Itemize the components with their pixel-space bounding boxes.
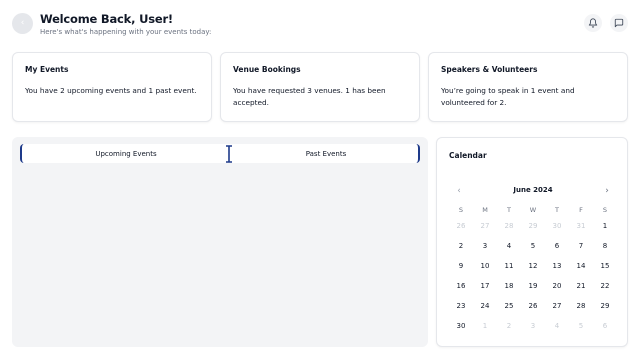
calendar-day[interactable]: 29 xyxy=(593,296,617,316)
calendar-day-outside-month[interactable]: 1 xyxy=(473,316,497,336)
calendar-day-outside-month[interactable]: 6 xyxy=(593,316,617,336)
calendar-day[interactable]: 24 xyxy=(473,296,497,316)
page-subtitle: Here's what's happening with your events… xyxy=(40,28,212,36)
calendar-day[interactable]: 11 xyxy=(497,256,521,276)
calendar-title: Calendar xyxy=(449,151,487,160)
calendar-day-outside-month[interactable]: 30 xyxy=(545,216,569,236)
calendar-day[interactable]: 4 xyxy=(497,236,521,256)
chevron-right-icon: › xyxy=(605,186,609,196)
calendar-day-outside-month[interactable]: 4 xyxy=(545,316,569,336)
calendar-day[interactable]: 30 xyxy=(449,316,473,336)
calendar-day[interactable]: 28 xyxy=(569,296,593,316)
calendar-day[interactable]: 15 xyxy=(593,256,617,276)
calendar-day[interactable]: 3 xyxy=(473,236,497,256)
events-panel: Upcoming Events Past Events xyxy=(12,137,428,347)
card-title: Speakers & Volunteers xyxy=(441,65,538,74)
calendar-day[interactable]: 19 xyxy=(521,276,545,296)
events-tab-bar: Upcoming Events Past Events xyxy=(20,144,420,163)
card-text: You have requested 3 venues. 1 has been … xyxy=(233,86,386,107)
notifications-button[interactable] xyxy=(584,14,602,32)
calendar-month-nav: ‹ June 2024 › xyxy=(449,185,617,197)
weekday-label: S xyxy=(602,206,608,214)
next-month-button[interactable]: › xyxy=(601,185,613,197)
calendar-month-label: June 2024 xyxy=(513,186,553,194)
calendar-day[interactable]: 21 xyxy=(569,276,593,296)
venue-bookings-card: Venue Bookings You have requested 3 venu… xyxy=(220,52,420,122)
message-square-icon xyxy=(614,18,624,28)
weekday-label: T xyxy=(507,206,511,214)
calendar-day[interactable]: 9 xyxy=(449,256,473,276)
calendar-day-outside-month[interactable]: 29 xyxy=(521,216,545,236)
card-text: You have 2 upcoming events and 1 past ev… xyxy=(25,86,197,95)
calendar-day[interactable]: 22 xyxy=(593,276,617,296)
weekday-label: M xyxy=(482,206,488,214)
weekday-label: S xyxy=(458,206,464,214)
calendar-day[interactable]: 7 xyxy=(569,236,593,256)
avatar[interactable]: ‹ xyxy=(12,13,33,34)
card-title: Venue Bookings xyxy=(233,65,301,74)
tab-upcoming-events[interactable]: Upcoming Events xyxy=(22,144,230,163)
calendar-day[interactable]: 13 xyxy=(545,256,569,276)
calendar-day[interactable]: 1 xyxy=(593,216,617,236)
weekday-label: T xyxy=(555,206,559,214)
calendar-day[interactable]: 10 xyxy=(473,256,497,276)
messages-button[interactable] xyxy=(610,14,628,32)
calendar-day[interactable]: 18 xyxy=(497,276,521,296)
card-title: My Events xyxy=(25,65,69,74)
calendar-day-outside-month[interactable]: 27 xyxy=(473,216,497,236)
calendar-day[interactable]: 6 xyxy=(545,236,569,256)
calendar-day[interactable]: 5 xyxy=(521,236,545,256)
bell-icon xyxy=(588,18,598,28)
calendar-day-outside-month[interactable]: 3 xyxy=(521,316,545,336)
calendar-day[interactable]: 12 xyxy=(521,256,545,276)
text-cursor-icon xyxy=(226,145,232,163)
calendar-widget: Calendar ‹ June 2024 › S M T W T F S 26 27 28 29 30… xyxy=(436,137,628,347)
calendar-day[interactable]: 17 xyxy=(473,276,497,296)
calendar-day[interactable]: 8 xyxy=(593,236,617,256)
calendar-day[interactable]: 27 xyxy=(545,296,569,316)
chevron-left-icon: ‹ xyxy=(20,18,25,28)
calendar-day[interactable]: 16 xyxy=(449,276,473,296)
weekday-label: F xyxy=(579,206,583,214)
my-events-card: My Events You have 2 upcoming events and… xyxy=(12,52,212,122)
calendar-day-outside-month[interactable]: 5 xyxy=(569,316,593,336)
calendar-day-outside-month[interactable]: 31 xyxy=(569,216,593,236)
calendar-day[interactable]: 26 xyxy=(521,296,545,316)
tab-past-events[interactable]: Past Events xyxy=(230,144,422,163)
calendar-day[interactable]: 25 xyxy=(497,296,521,316)
calendar-day[interactable]: 23 xyxy=(449,296,473,316)
page-header: ‹ Welcome Back, User! Here's what's happ… xyxy=(12,10,628,40)
calendar-day-outside-month[interactable]: 26 xyxy=(449,216,473,236)
calendar-day[interactable]: 20 xyxy=(545,276,569,296)
calendar-day-outside-month[interactable]: 28 xyxy=(497,216,521,236)
calendar-day[interactable]: 2 xyxy=(449,236,473,256)
calendar-grid: S M T W T F S 26 27 28 29 30 31 1 2 3 4 5 6 7 8 9 10 11 12 13 14 15… xyxy=(449,204,617,336)
calendar-day[interactable]: 14 xyxy=(569,256,593,276)
weekday-label: W xyxy=(529,206,537,214)
calendar-day-outside-month[interactable]: 2 xyxy=(497,316,521,336)
page-title: Welcome Back, User! xyxy=(40,12,173,26)
speakers-volunteers-card: Speakers & Volunteers You’re going to sp… xyxy=(428,52,628,122)
card-text: You’re going to speak in 1 event and vol… xyxy=(441,86,575,107)
